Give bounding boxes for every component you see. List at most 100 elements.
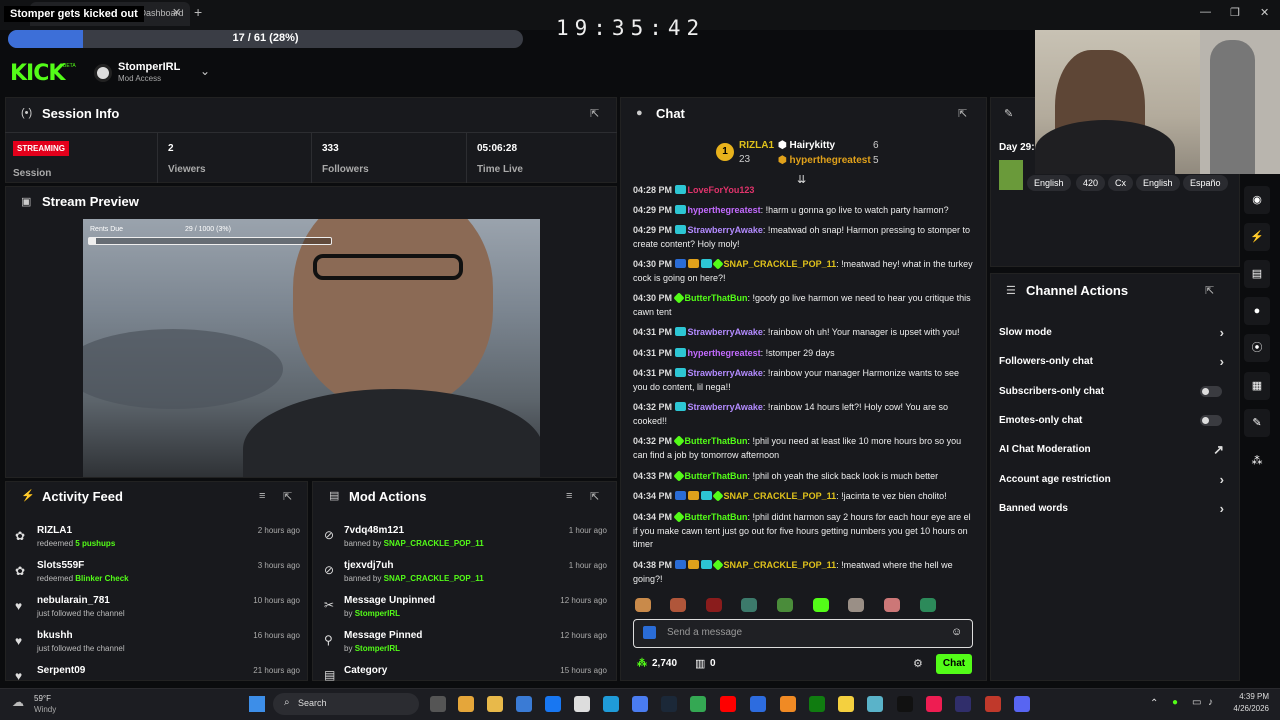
copilot-icon[interactable] — [458, 696, 474, 712]
send-chat-button[interactable]: Chat — [936, 654, 972, 674]
activity-user[interactable]: Serpent09 — [37, 665, 85, 676]
app-icon[interactable] — [985, 696, 1001, 712]
emoji-icon[interactable]: ☺ — [951, 626, 962, 638]
stream-tag[interactable]: Españo — [1183, 175, 1228, 191]
emote-icon[interactable] — [813, 598, 829, 612]
xbox-icon[interactable] — [809, 696, 825, 712]
channel-action-row[interactable]: Subscribers-only chat — [999, 386, 1224, 397]
emote-icon[interactable] — [670, 598, 686, 612]
maximize-icon[interactable]: ❐ — [1230, 6, 1240, 19]
avatar[interactable] — [94, 64, 112, 82]
mod-by[interactable]: StomperIRL — [355, 644, 400, 653]
channel-action-row[interactable]: Slow mode › — [999, 325, 1224, 340]
gift-icon[interactable]: ▥ — [695, 657, 705, 670]
mod-target[interactable]: tjexvdj7uh — [344, 560, 393, 571]
leader-name[interactable]: ⬢ hyperthegreatest — [778, 155, 871, 166]
file-explorer-icon[interactable] — [487, 696, 503, 712]
activity-user[interactable]: nebularain_781 — [37, 595, 110, 606]
mod-by[interactable]: StomperIRL — [355, 609, 400, 618]
filter-icon[interactable]: ≡ — [566, 490, 572, 502]
expand-icon[interactable]: ⇱ — [590, 490, 599, 503]
leader-name[interactable]: RIZLA1 — [739, 140, 774, 151]
mod-target[interactable]: 7vdq48m121 — [344, 525, 404, 536]
stream-tag[interactable]: 420 — [1076, 175, 1106, 191]
steam-icon[interactable] — [661, 696, 677, 712]
expand-icon[interactable]: ⇱ — [958, 107, 967, 120]
chevron-down-icon[interactable]: ⌄ — [200, 64, 210, 78]
notes-icon[interactable] — [838, 696, 854, 712]
chat-icon[interactable]: ● — [1244, 297, 1270, 325]
close-window-icon[interactable]: ✕ — [1260, 6, 1269, 19]
tray-chevron-icon[interactable]: ⌃ — [1150, 698, 1158, 709]
mod-by[interactable]: SNAP_CRACKLE_POP_11 — [384, 574, 484, 583]
mic-icon[interactable]: ● — [1172, 697, 1178, 708]
expand-icon[interactable]: ⇱ — [1205, 284, 1214, 297]
chat-username[interactable]: LoveForYou123 — [688, 185, 755, 195]
points-icon[interactable]: ⁂ — [637, 658, 647, 669]
amazon-icon[interactable] — [574, 696, 590, 712]
emote-icon[interactable] — [635, 598, 651, 612]
document-icon[interactable]: ▤ — [1244, 260, 1270, 288]
stream-tag[interactable]: English — [1027, 175, 1071, 191]
channel-name[interactable]: StomperIRL — [118, 61, 180, 73]
app-icon[interactable] — [867, 696, 883, 712]
stream-video[interactable] — [83, 219, 540, 477]
discord-icon[interactable] — [1014, 696, 1030, 712]
mod-by[interactable]: SNAP_CRACKLE_POP_11 — [384, 539, 484, 548]
obs-icon[interactable] — [955, 696, 971, 712]
emote-icon[interactable] — [706, 598, 722, 612]
emote-icon[interactable] — [741, 598, 757, 612]
weather-icon[interactable]: ☁ — [12, 695, 24, 709]
expand-icon[interactable]: ⇱ — [590, 107, 599, 120]
network-icon[interactable]: ▭ — [1192, 697, 1201, 708]
volume-icon[interactable]: ♪ — [1208, 697, 1213, 708]
chat-username[interactable]: SNAP_CRACKLE_POP_11 — [724, 560, 837, 570]
emote-icon[interactable] — [884, 598, 900, 612]
chat-username[interactable]: hyperthegreatest — [688, 348, 761, 358]
broadcast-icon[interactable]: ⦿ — [1244, 334, 1270, 362]
stream-tag[interactable]: Cx — [1108, 175, 1133, 191]
chat-username[interactable]: ButterThatBun — [685, 512, 748, 522]
channel-action-row[interactable]: Account age restriction › — [999, 472, 1224, 487]
chevron-right-icon[interactable]: › — [1220, 501, 1224, 516]
leader-name[interactable]: ⬢ Hairykitty — [778, 140, 835, 151]
bolt-icon[interactable]: ⚡ — [1244, 223, 1270, 251]
chat-username[interactable]: hyperthegreatest — [688, 205, 761, 215]
store-icon[interactable] — [516, 696, 532, 712]
kick-logo[interactable]: KICK — [10, 61, 65, 86]
chrome-icon[interactable] — [690, 696, 706, 712]
stream-tag[interactable]: English — [1136, 175, 1180, 191]
new-tab-icon[interactable]: + — [194, 4, 202, 20]
mod-target[interactable]: Message Unpinned — [344, 595, 435, 606]
windows-start-icon[interactable] — [249, 696, 265, 712]
external-link-icon[interactable]: ↗ — [1213, 442, 1224, 458]
mod-target[interactable]: Message Pinned — [344, 630, 422, 641]
chat-username[interactable]: StrawberryAwake — [688, 402, 763, 412]
chat-username[interactable]: ButterThatBun — [685, 436, 748, 446]
category-thumbnail[interactable] — [999, 160, 1023, 190]
chevron-right-icon[interactable]: › — [1220, 472, 1224, 487]
mod-target[interactable]: Category — [344, 665, 387, 676]
clock-time[interactable]: 4:39 PM — [1225, 692, 1269, 701]
expand-icon[interactable]: ⇱ — [283, 490, 292, 503]
emote-icon[interactable] — [920, 598, 936, 612]
edge-icon[interactable] — [603, 696, 619, 712]
vlc-icon[interactable] — [780, 696, 796, 712]
filter-icon[interactable]: ≡ — [259, 490, 265, 502]
chat-username[interactable]: StrawberryAwake — [688, 327, 763, 337]
chat-username[interactable]: SNAP_CRACKLE_POP_11 — [724, 491, 837, 501]
chat-username[interactable]: ButterThatBun — [685, 471, 748, 481]
facebook-icon[interactable] — [545, 696, 561, 712]
clock-date[interactable]: 4/26/2026 — [1215, 704, 1269, 713]
channel-action-row[interactable]: Banned words › — [999, 501, 1224, 516]
share-icon[interactable]: ⁂ — [1244, 447, 1270, 475]
tiktok-icon[interactable] — [926, 696, 942, 712]
tab-close-icon[interactable]: ✕ — [172, 6, 181, 19]
task-view-icon[interactable] — [430, 696, 446, 712]
app-icon[interactable] — [750, 696, 766, 712]
youtube-icon[interactable] — [720, 696, 736, 712]
chevron-right-icon[interactable]: › — [1220, 354, 1224, 369]
settings-icon[interactable]: ⚙ — [913, 657, 923, 670]
capcut-icon[interactable] — [897, 696, 913, 712]
emote-icon[interactable] — [777, 598, 793, 612]
